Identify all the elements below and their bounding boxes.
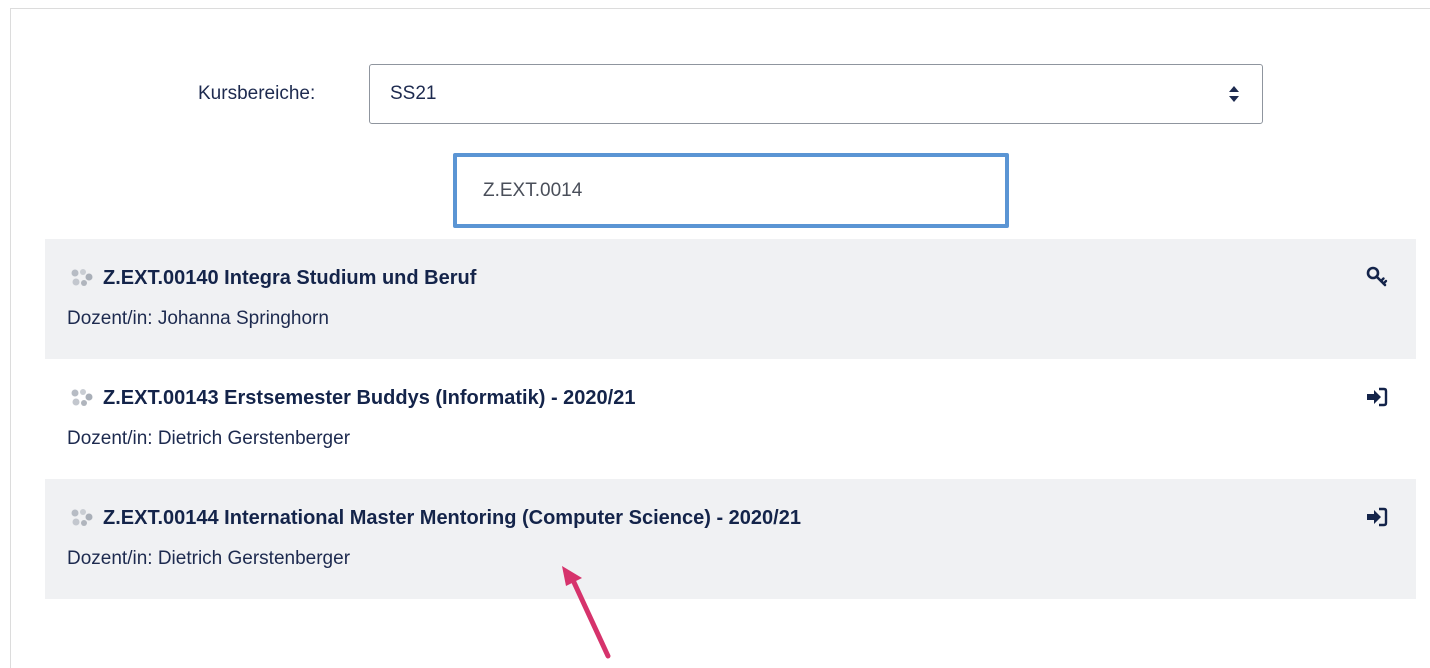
course-title[interactable]: Z.EXT.00140 Integra Studium und Beruf [67, 265, 476, 291]
course-title[interactable]: Z.EXT.00143 Erstsemester Buddys (Informa… [67, 385, 635, 411]
course-search-input[interactable] [457, 157, 1005, 224]
sign-in-icon[interactable] [1366, 506, 1388, 528]
sign-in-icon[interactable] [1366, 386, 1388, 408]
course-icon [71, 509, 93, 526]
course-item[interactable]: Z.EXT.00144 International Master Mentori… [45, 479, 1416, 599]
course-list: Z.EXT.00140 Integra Studium und Beruf Do… [45, 239, 1416, 599]
course-teacher: Dozent/in: Dietrich Gerstenberger [67, 428, 351, 449]
category-filter-label: Kursbereiche: [198, 83, 316, 104]
course-icon [71, 269, 93, 286]
course-title-text: Z.EXT.00140 Integra Studium und Beruf [103, 266, 477, 289]
annotation-arrow-icon [562, 566, 611, 659]
course-teacher: Dozent/in: Johanna Springhorn [67, 308, 329, 329]
key-icon[interactable] [1366, 266, 1388, 288]
course-teacher: Dozent/in: Dietrich Gerstenberger [67, 548, 351, 569]
category-select-value: SS21 [390, 83, 437, 104]
category-select[interactable]: SS21 [369, 64, 1263, 124]
course-title-text: Z.EXT.00144 International Master Mentori… [103, 506, 801, 529]
sort-arrows-icon [1229, 86, 1239, 102]
course-search-box[interactable] [453, 153, 1009, 228]
course-item[interactable]: Z.EXT.00140 Integra Studium und Beruf Do… [45, 239, 1416, 359]
course-item[interactable]: Z.EXT.00143 Erstsemester Buddys (Informa… [45, 359, 1416, 479]
course-title[interactable]: Z.EXT.00144 International Master Mentori… [67, 505, 801, 531]
category-filter-row: Kursbereiche: SS21 [0, 64, 1430, 124]
course-title-text: Z.EXT.00143 Erstsemester Buddys (Informa… [103, 386, 636, 409]
course-icon [71, 389, 93, 406]
